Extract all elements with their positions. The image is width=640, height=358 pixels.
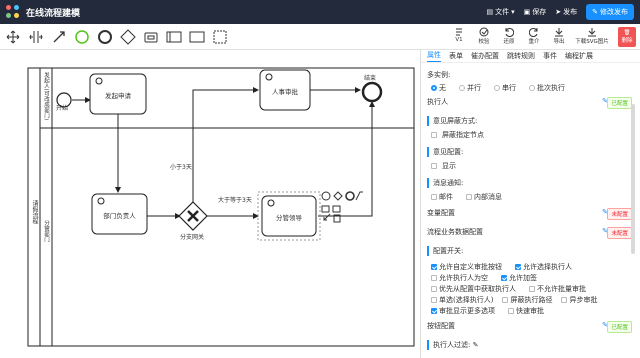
- end-event-icon[interactable]: [95, 27, 115, 47]
- tab-events[interactable]: 事件: [543, 51, 557, 61]
- opinion-config-label: 意见配置:: [427, 147, 627, 157]
- start-label: 开始: [56, 105, 69, 112]
- biz-data-label: 流程业务数据配置: [427, 228, 483, 236]
- version-select[interactable]: V1: [448, 27, 470, 43]
- properties-panel: 属性 表单 催办配置 跳转规则 事件 编程扩展 多实例: 无 并行 串行 批次执…: [420, 50, 640, 358]
- tab-jump-rules[interactable]: 跳转规则: [507, 51, 535, 61]
- radio-batch[interactable]: 批次执行: [529, 83, 565, 93]
- start-event-icon[interactable]: [72, 27, 92, 47]
- switch-mask-path[interactable]: 屏蔽执行路径: [502, 295, 552, 305]
- user-task-icon[interactable]: [141, 27, 161, 47]
- notify-label: 消息通知:: [427, 178, 627, 188]
- task-hr-label: 人事审批: [272, 88, 298, 96]
- tab-extensions[interactable]: 编程扩展: [565, 51, 593, 61]
- space-tool-icon[interactable]: [26, 27, 46, 47]
- pool-label: 请假流程: [31, 200, 38, 224]
- radio-none[interactable]: 无: [431, 83, 446, 93]
- executor-filter-label: 执行人过滤: ✎: [427, 340, 478, 350]
- app-logo: [6, 5, 20, 19]
- switch-label: 配置开关:: [427, 246, 627, 256]
- publish-button[interactable]: ➤ 发布: [555, 7, 577, 17]
- end-label: 结束: [364, 75, 377, 82]
- switch-row-2: 允许执行人为空 允许加签: [431, 273, 547, 283]
- context-pad[interactable]: [321, 191, 363, 223]
- subprocess-icon[interactable]: [164, 27, 184, 47]
- file-menu[interactable]: ▤ 文件 ▾: [486, 7, 514, 17]
- group-icon[interactable]: [210, 27, 230, 47]
- lane1-label: 发起人(可改成部门): [43, 72, 49, 121]
- end-event[interactable]: [361, 81, 383, 103]
- gateway-icon[interactable]: [118, 27, 138, 47]
- save-button[interactable]: ▣ 保存: [524, 7, 547, 17]
- chevron-down-icon: ▾: [511, 8, 515, 16]
- switch-config-executor[interactable]: 优先从配置中获取执行人: [431, 284, 516, 294]
- switch-more-options[interactable]: 审批显示更多选项: [431, 306, 495, 316]
- download-svg-button[interactable]: 下载SVG图片: [573, 27, 611, 45]
- lane2-label: 分管部门: [43, 220, 49, 242]
- hand-tool-icon[interactable]: [3, 27, 23, 47]
- switch-row-1: 允许自定义审批按钮 允许选择执行人: [431, 262, 582, 272]
- radio-serial[interactable]: 串行: [494, 83, 516, 93]
- switch-choose-executor[interactable]: 允许选择执行人: [515, 262, 572, 272]
- check-button[interactable]: 校验: [473, 27, 495, 45]
- flow-label-more: 大于等于3天: [218, 197, 252, 204]
- gateway-label: 分支网关: [180, 234, 205, 241]
- send-icon: ➤: [555, 8, 562, 16]
- task-dept-label: 部门负责人: [103, 212, 136, 220]
- button-config-label: 按钮配置: [427, 322, 455, 330]
- switch-row-4: 单选(选择执行人) 屏蔽执行路径 异步审批: [431, 295, 607, 305]
- edit-publish-button[interactable]: ✎ 修改发布: [586, 4, 634, 20]
- file-icon: ▤: [486, 8, 494, 16]
- diagram-canvas[interactable]: 请假流程 发起人(可改成部门) 分管部门 开始 结束 发起申请 人事审批 部门负…: [0, 50, 418, 358]
- task-leader-label: 分管领导: [276, 214, 302, 222]
- switch-custom-buttons[interactable]: 允许自定义审批按钮: [431, 262, 502, 272]
- tab-reminder[interactable]: 催办配置: [471, 51, 499, 61]
- executor-tag: 已配置: [607, 97, 632, 109]
- reset-button[interactable]: 重介: [523, 27, 545, 45]
- notify-options: 邮件 内部消息: [431, 192, 512, 202]
- title-bar: 在线流程建模 ▤ 文件 ▾ ▣ 保存 ➤ 发布 ✎ 修改发布: [0, 0, 640, 24]
- switch-allow-sign[interactable]: 允许加签: [501, 273, 537, 283]
- switch-single-select[interactable]: 单选(选择执行人): [431, 295, 493, 305]
- app-title: 在线流程建模: [26, 8, 81, 19]
- notify-email[interactable]: 邮件: [431, 192, 453, 202]
- tab-form[interactable]: 表单: [449, 51, 463, 61]
- switch-allow-empty[interactable]: 允许执行人为空: [431, 273, 488, 283]
- biz-data-tag: 未配置: [607, 227, 632, 239]
- button-config-tag: 已配置: [607, 321, 632, 333]
- pool[interactable]: [27, 67, 415, 347]
- right-toolbar: V1 校验 还原 重介 导出 下载SVG图片: [448, 24, 611, 50]
- task-initiate-label: 发起申请: [105, 92, 131, 100]
- opinion-mask-label: 意见屏蔽方式:: [427, 116, 627, 126]
- pool-icon[interactable]: [187, 27, 207, 47]
- export-button[interactable]: 导出: [548, 27, 570, 45]
- tab-properties[interactable]: 属性: [427, 50, 441, 62]
- delete-button[interactable]: 🗑 删除: [618, 27, 636, 47]
- panel-tabs: 属性 表单 催办配置 跳转规则 事件 编程扩展: [421, 50, 640, 63]
- multi-instance-label: 多实例:: [427, 71, 451, 79]
- var-config-tag: 未配置: [607, 208, 632, 220]
- restore-button[interactable]: 还原: [498, 27, 520, 45]
- var-config-label: 变量配置: [427, 209, 455, 217]
- notify-internal[interactable]: 内部消息: [466, 192, 502, 202]
- switch-row-3: 优先从配置中获取执行人 不允许批量审批: [431, 284, 596, 294]
- opinion-show-option[interactable]: 显示: [431, 161, 456, 171]
- radio-parallel[interactable]: 并行: [459, 83, 481, 93]
- executor-label: 执行人: [427, 98, 448, 106]
- switch-async[interactable]: 异步审批: [561, 295, 597, 305]
- multi-instance-options: 无 并行 串行 批次执行: [431, 83, 575, 93]
- switch-row-5: 审批显示更多选项 快速审批: [431, 306, 554, 316]
- switch-no-batch[interactable]: 不允许批量审批: [529, 284, 586, 294]
- flow-label-less: 小于3天: [170, 164, 192, 171]
- switch-quick-approve[interactable]: 快速审批: [508, 306, 544, 316]
- connect-tool-icon[interactable]: [49, 27, 69, 47]
- edit-icon: ✎: [592, 8, 598, 16]
- filter-edit-icon[interactable]: ✎: [473, 341, 479, 349]
- opinion-mask-option[interactable]: 屏蔽指定节点: [431, 130, 484, 140]
- save-icon: ▣: [523, 8, 531, 16]
- exclusive-gateway[interactable]: [178, 201, 208, 231]
- panel-scrollbar[interactable]: [631, 104, 635, 254]
